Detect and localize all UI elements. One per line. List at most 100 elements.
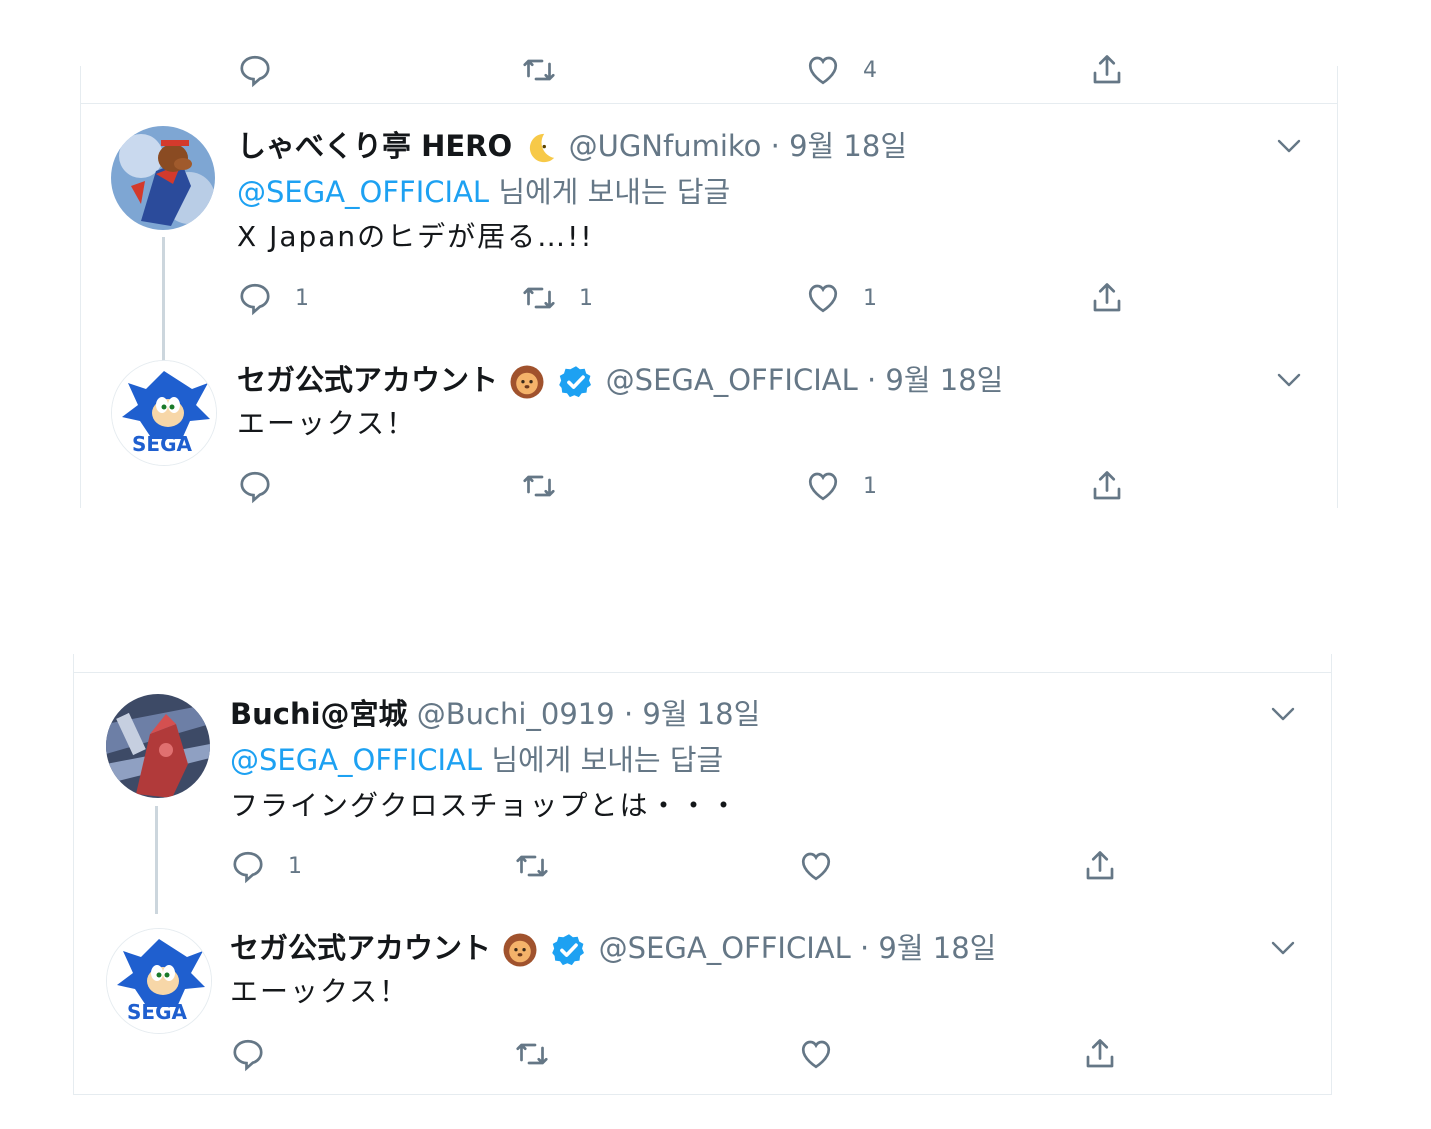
reply-label: 님에게 보내는 답글	[491, 743, 724, 777]
like-button[interactable]	[798, 846, 834, 886]
retweet-count: 1	[579, 285, 593, 311]
tweet-text: エーックス！	[237, 407, 417, 440]
thread-panel-1: 4 しゃべくり亭 HERO @UGNfumiko · 9월 18일 @SEGA_…	[80, 66, 1338, 508]
display-name[interactable]: セガ公式アカウント	[230, 931, 491, 965]
tweet-actions: 1 1 1	[237, 278, 1157, 318]
tweet-date[interactable]: 9월 18일	[885, 363, 1003, 397]
reply-icon	[237, 468, 273, 504]
crescent-moon-icon	[523, 131, 557, 165]
separator-dot: ·	[770, 129, 780, 163]
svg-text:SEGA: SEGA	[127, 1000, 187, 1024]
user-handle[interactable]: @SEGA_OFFICIAL	[606, 363, 858, 397]
lion-icon	[509, 364, 545, 400]
user-handle[interactable]: @SEGA_OFFICIAL	[599, 931, 851, 965]
reply-button[interactable]: 1	[230, 846, 302, 886]
tweet-text: X Japanのヒデが居る…!!	[237, 220, 594, 253]
tweet-date[interactable]: 9월 18일	[878, 931, 996, 965]
prev-tweet-actions: 4	[237, 50, 1157, 90]
heart-icon	[798, 848, 834, 884]
like-count: 1	[863, 285, 877, 311]
share-icon	[1089, 280, 1125, 316]
mention-link[interactable]: @SEGA_OFFICIAL	[237, 175, 489, 209]
thread-panel-2: Buchi@宮城 @Buchi_0919 · 9월 18일 @SEGA_OFFI…	[73, 654, 1332, 1095]
like-button[interactable]	[798, 1034, 834, 1074]
share-button[interactable]	[1082, 1034, 1118, 1074]
reply-context: @SEGA_OFFICIAL 님에게 보내는 답글	[237, 172, 730, 212]
retweet-button[interactable]	[521, 466, 557, 506]
separator-dot: ·	[859, 931, 870, 965]
heart-icon	[805, 52, 841, 88]
like-count: 4	[863, 57, 877, 83]
tweet-header: セガ公式アカウント @SEGA_OFFICIAL · 9월 18일	[230, 928, 996, 968]
retweet-button[interactable]: 1	[521, 278, 593, 318]
mention-link[interactable]: @SEGA_OFFICIAL	[230, 743, 482, 777]
reply-label: 님에게 보내는 답글	[498, 175, 731, 209]
avatar[interactable]: SEGA	[111, 360, 217, 466]
retweet-icon[interactable]	[521, 50, 557, 90]
like-count: 1	[863, 473, 877, 499]
verified-badge-icon	[551, 932, 587, 968]
heart-icon	[805, 468, 841, 504]
heart-icon	[798, 1036, 834, 1072]
lion-icon	[502, 932, 538, 968]
retweet-button[interactable]	[514, 1034, 550, 1074]
chevron-down-icon[interactable]	[1275, 136, 1303, 156]
share-icon	[1082, 1036, 1118, 1072]
avatar-sega-sonic-image: SEGA	[107, 929, 211, 1033]
reply-button[interactable]	[230, 1034, 266, 1074]
like-button[interactable]: 1	[805, 466, 877, 506]
share-button[interactable]	[1089, 466, 1125, 506]
user-handle[interactable]: @UGNfumiko	[569, 129, 762, 163]
retweet-icon	[521, 468, 557, 504]
avatar[interactable]: SEGA	[106, 928, 212, 1034]
tweet-actions	[230, 1034, 1151, 1074]
share-icon	[1082, 848, 1118, 884]
avatar[interactable]	[111, 126, 215, 230]
reply-button[interactable]	[237, 466, 273, 506]
retweet-icon	[514, 848, 550, 884]
thread-line	[155, 806, 158, 914]
reply-icon	[230, 1036, 266, 1072]
separator-dot: ·	[866, 363, 877, 397]
retweet-icon	[521, 280, 557, 316]
reply-count: 1	[295, 285, 309, 311]
display-name[interactable]: Buchi@宮城	[230, 697, 408, 731]
tweet-text: フライングクロスチョップとは・・・	[230, 789, 740, 822]
share-icon	[1089, 468, 1125, 504]
reply-icon	[230, 848, 266, 884]
retweet-button[interactable]	[514, 846, 550, 886]
reply-count: 1	[288, 853, 302, 879]
share-icon[interactable]	[1089, 50, 1125, 90]
chevron-down-icon[interactable]	[1269, 938, 1297, 958]
reply-icon	[237, 280, 273, 316]
divider	[81, 103, 1337, 104]
avatar[interactable]	[106, 694, 210, 798]
chevron-down-icon[interactable]	[1275, 370, 1303, 390]
tweet-text: エーックス！	[230, 975, 410, 1008]
avatar-sega-sonic-image: SEGA	[112, 361, 216, 465]
reply-icon[interactable]	[237, 50, 273, 90]
tweet-date[interactable]: 9월 18일	[789, 129, 907, 163]
verified-badge-icon	[558, 364, 594, 400]
retweet-icon	[514, 1036, 550, 1072]
reply-button[interactable]: 1	[237, 278, 309, 318]
tweet-header: セガ公式アカウント @SEGA_OFFICIAL · 9월 18일	[237, 360, 1003, 400]
display-name[interactable]: セガ公式アカウント	[237, 363, 498, 397]
avatar-hero-image	[111, 126, 215, 230]
divider	[74, 672, 1331, 673]
avatar-buchi-image	[106, 694, 210, 798]
chevron-down-icon[interactable]	[1269, 704, 1297, 724]
heart-icon	[805, 280, 841, 316]
reply-context: @SEGA_OFFICIAL 님에게 보내는 답글	[230, 740, 723, 780]
svg-text:SEGA: SEGA	[132, 432, 192, 456]
tweet-date[interactable]: 9월 18일	[642, 697, 760, 731]
tweet-header: Buchi@宮城 @Buchi_0919 · 9월 18일	[230, 694, 760, 734]
user-handle[interactable]: @Buchi_0919	[417, 697, 615, 731]
share-button[interactable]	[1089, 278, 1125, 318]
separator-dot: ·	[623, 697, 634, 731]
display-name[interactable]: しゃべくり亭 HERO	[237, 129, 512, 163]
share-button[interactable]	[1082, 846, 1118, 886]
tweet-header: しゃべくり亭 HERO @UGNfumiko · 9월 18일	[237, 126, 907, 166]
like-button[interactable]: 4	[805, 50, 877, 90]
like-button[interactable]: 1	[805, 278, 877, 318]
